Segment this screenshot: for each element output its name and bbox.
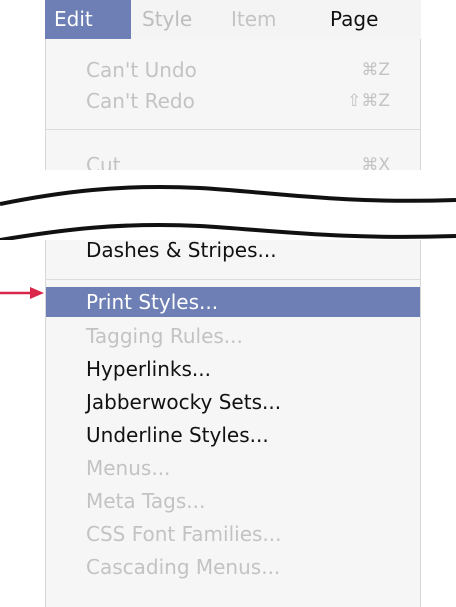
menu-item-underline-styles[interactable]: Underline Styles... <box>46 420 420 450</box>
menu-page[interactable]: Page <box>330 0 378 39</box>
menu-item-css-font-families: CSS Font Families... <box>46 519 420 549</box>
shortcut-label: ⌘Z <box>361 60 390 80</box>
menu-item-label: Jabberwocky Sets... <box>86 390 282 414</box>
menu-item-jabberwocky-sets[interactable]: Jabberwocky Sets... <box>46 387 420 417</box>
shortcut-label: ⇧⌘Z <box>347 91 390 111</box>
menu-break-marks <box>0 170 456 240</box>
menu-item-label: CSS Font Families... <box>86 522 282 546</box>
menu-item[interactable]: Item <box>231 0 277 39</box>
menu-item-label: Underline Styles... <box>86 423 269 447</box>
menu-item-print-styles[interactable]: Print Styles... <box>46 287 420 317</box>
break-line-bottom <box>0 222 456 240</box>
menu-item-label: Hyperlinks... <box>86 357 211 381</box>
menu-bar: Edit Style Item Page <box>45 0 421 40</box>
edit-dropdown-menu: Can't Undo ⌘Z Can't Redo ⇧⌘Z Cut ⌘X ⌘C D… <box>45 39 421 607</box>
menu-item-hyperlinks[interactable]: Hyperlinks... <box>46 354 420 384</box>
menu-item-cascading-menus: Cascading Menus... <box>46 552 420 582</box>
menu-edit[interactable]: Edit <box>45 0 131 39</box>
menu-style[interactable]: Style <box>142 0 192 39</box>
menu-item-cant-redo: Can't Redo ⇧⌘Z <box>46 86 420 116</box>
menu-item-cant-undo: Can't Undo ⌘Z <box>46 55 420 85</box>
menu-item-menus: Menus... <box>46 453 420 483</box>
menu-item-label: Cascading Menus... <box>86 555 281 579</box>
menu-item-label: Can't Redo <box>86 89 195 113</box>
menu-item-label: Tagging Rules... <box>86 324 243 348</box>
callout-arrow-icon <box>0 287 44 299</box>
menu-separator <box>46 279 420 280</box>
menu-item-label: Meta Tags... <box>86 489 206 513</box>
menu-item-tagging-rules: Tagging Rules... <box>46 321 420 351</box>
menu-item-label: Print Styles... <box>86 290 219 314</box>
menu-item-meta-tags: Meta Tags... <box>46 486 420 516</box>
menu-item-label: Can't Undo <box>86 58 197 82</box>
menu-item-label: Menus... <box>86 456 171 480</box>
menu-separator <box>46 129 420 130</box>
